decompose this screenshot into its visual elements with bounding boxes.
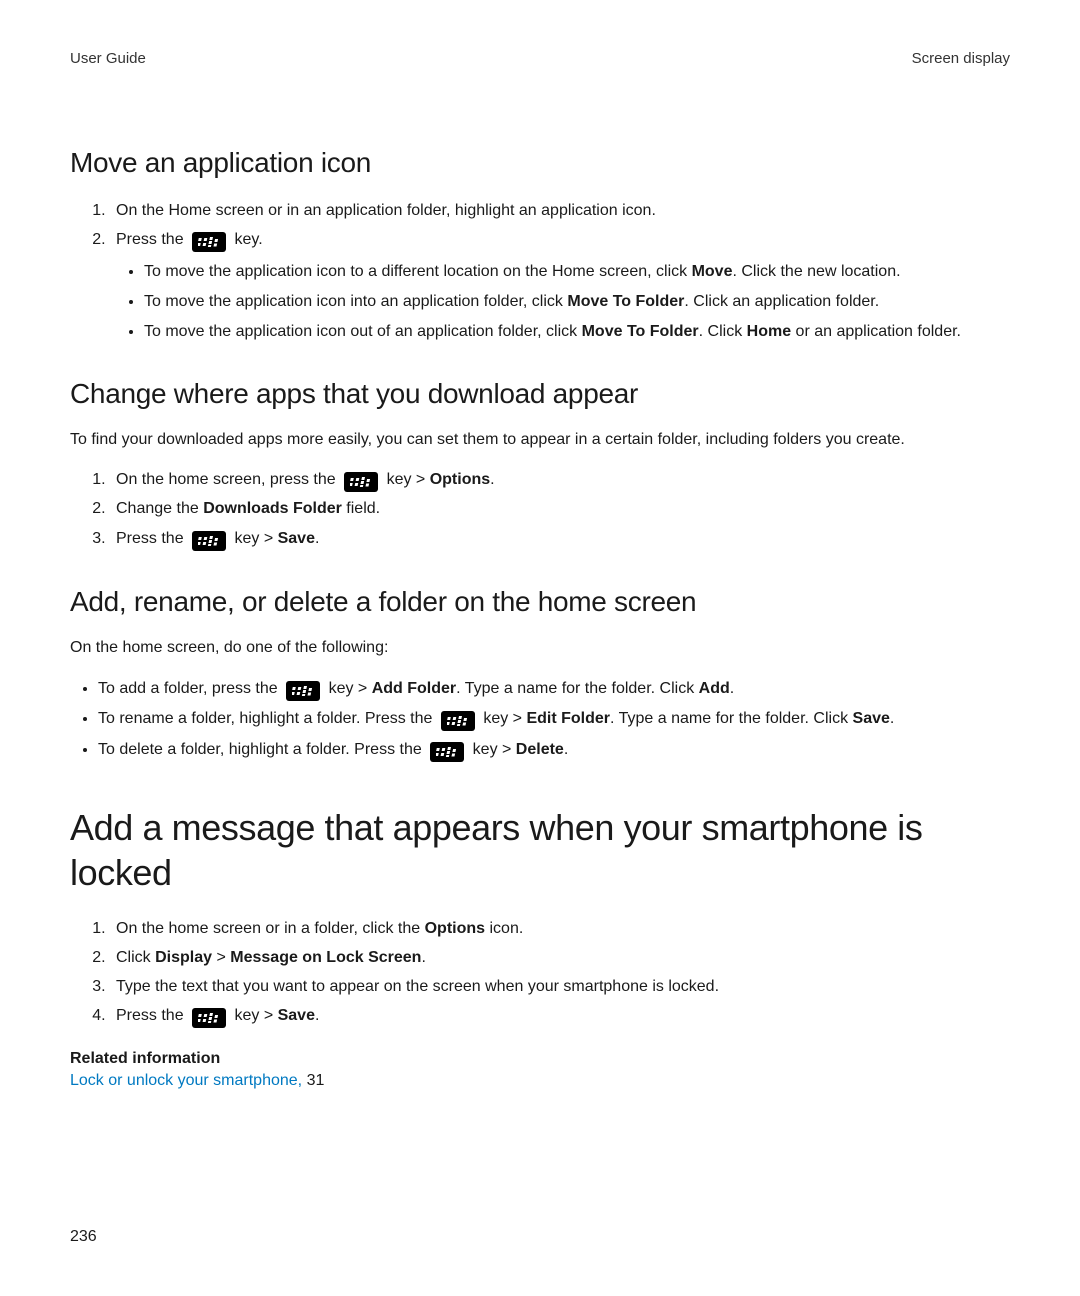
bb-menu-key-icon bbox=[192, 531, 226, 551]
s2-intro: To find your downloaded apps more easily… bbox=[70, 428, 1010, 452]
header-right: Screen display bbox=[912, 50, 1010, 67]
s4-step2: Click Display > Message on Lock Screen. bbox=[110, 944, 1010, 971]
bb-menu-key-icon bbox=[192, 232, 226, 252]
heading-change-download-appear: Change where apps that you download appe… bbox=[70, 378, 1010, 410]
s2-step3: Press the key > Save. bbox=[110, 525, 1010, 552]
related-link[interactable]: Lock or unlock your smartphone, bbox=[70, 1072, 307, 1089]
s3-bullet3: To delete a folder, highlight a folder. … bbox=[98, 735, 1010, 765]
related-info-heading: Related information bbox=[70, 1050, 1010, 1068]
s2-step1: On the home screen, press the key > Opti… bbox=[110, 466, 1010, 493]
s4-step1: On the home screen or in a folder, click… bbox=[110, 915, 1010, 942]
s1-bullet3: To move the application icon out of an a… bbox=[144, 319, 1010, 345]
s1-bullet2: To move the application icon into an app… bbox=[144, 289, 1010, 315]
s1-step1: On the Home screen or in an application … bbox=[110, 197, 1010, 224]
s4-step4: Press the key > Save. bbox=[110, 1002, 1010, 1029]
page-number: 236 bbox=[70, 1228, 97, 1246]
bb-menu-key-icon bbox=[192, 1008, 226, 1028]
s1-bullet1: To move the application icon to a differ… bbox=[144, 259, 1010, 285]
s3-bullet1: To add a folder, press the key > Add Fol… bbox=[98, 674, 1010, 704]
bb-menu-key-icon bbox=[441, 711, 475, 731]
heading-lock-message: Add a message that appears when your sma… bbox=[70, 805, 1010, 895]
s2-step2: Change the Downloads Folder field. bbox=[110, 495, 1010, 522]
s1-step2: Press the key. To move the application i… bbox=[110, 226, 1010, 344]
heading-add-rename-delete-folder: Add, rename, or delete a folder on the h… bbox=[70, 586, 1010, 618]
header-left: User Guide bbox=[70, 50, 146, 67]
heading-move-app-icon: Move an application icon bbox=[70, 147, 1010, 179]
bb-menu-key-icon bbox=[286, 681, 320, 701]
s3-bullet2: To rename a folder, highlight a folder. … bbox=[98, 704, 1010, 734]
bb-menu-key-icon bbox=[430, 742, 464, 762]
related-info-line: Lock or unlock your smartphone, 31 bbox=[70, 1072, 1010, 1090]
bb-menu-key-icon bbox=[344, 472, 378, 492]
s4-step3: Type the text that you want to appear on… bbox=[110, 973, 1010, 1000]
s3-intro: On the home screen, do one of the follow… bbox=[70, 636, 1010, 660]
